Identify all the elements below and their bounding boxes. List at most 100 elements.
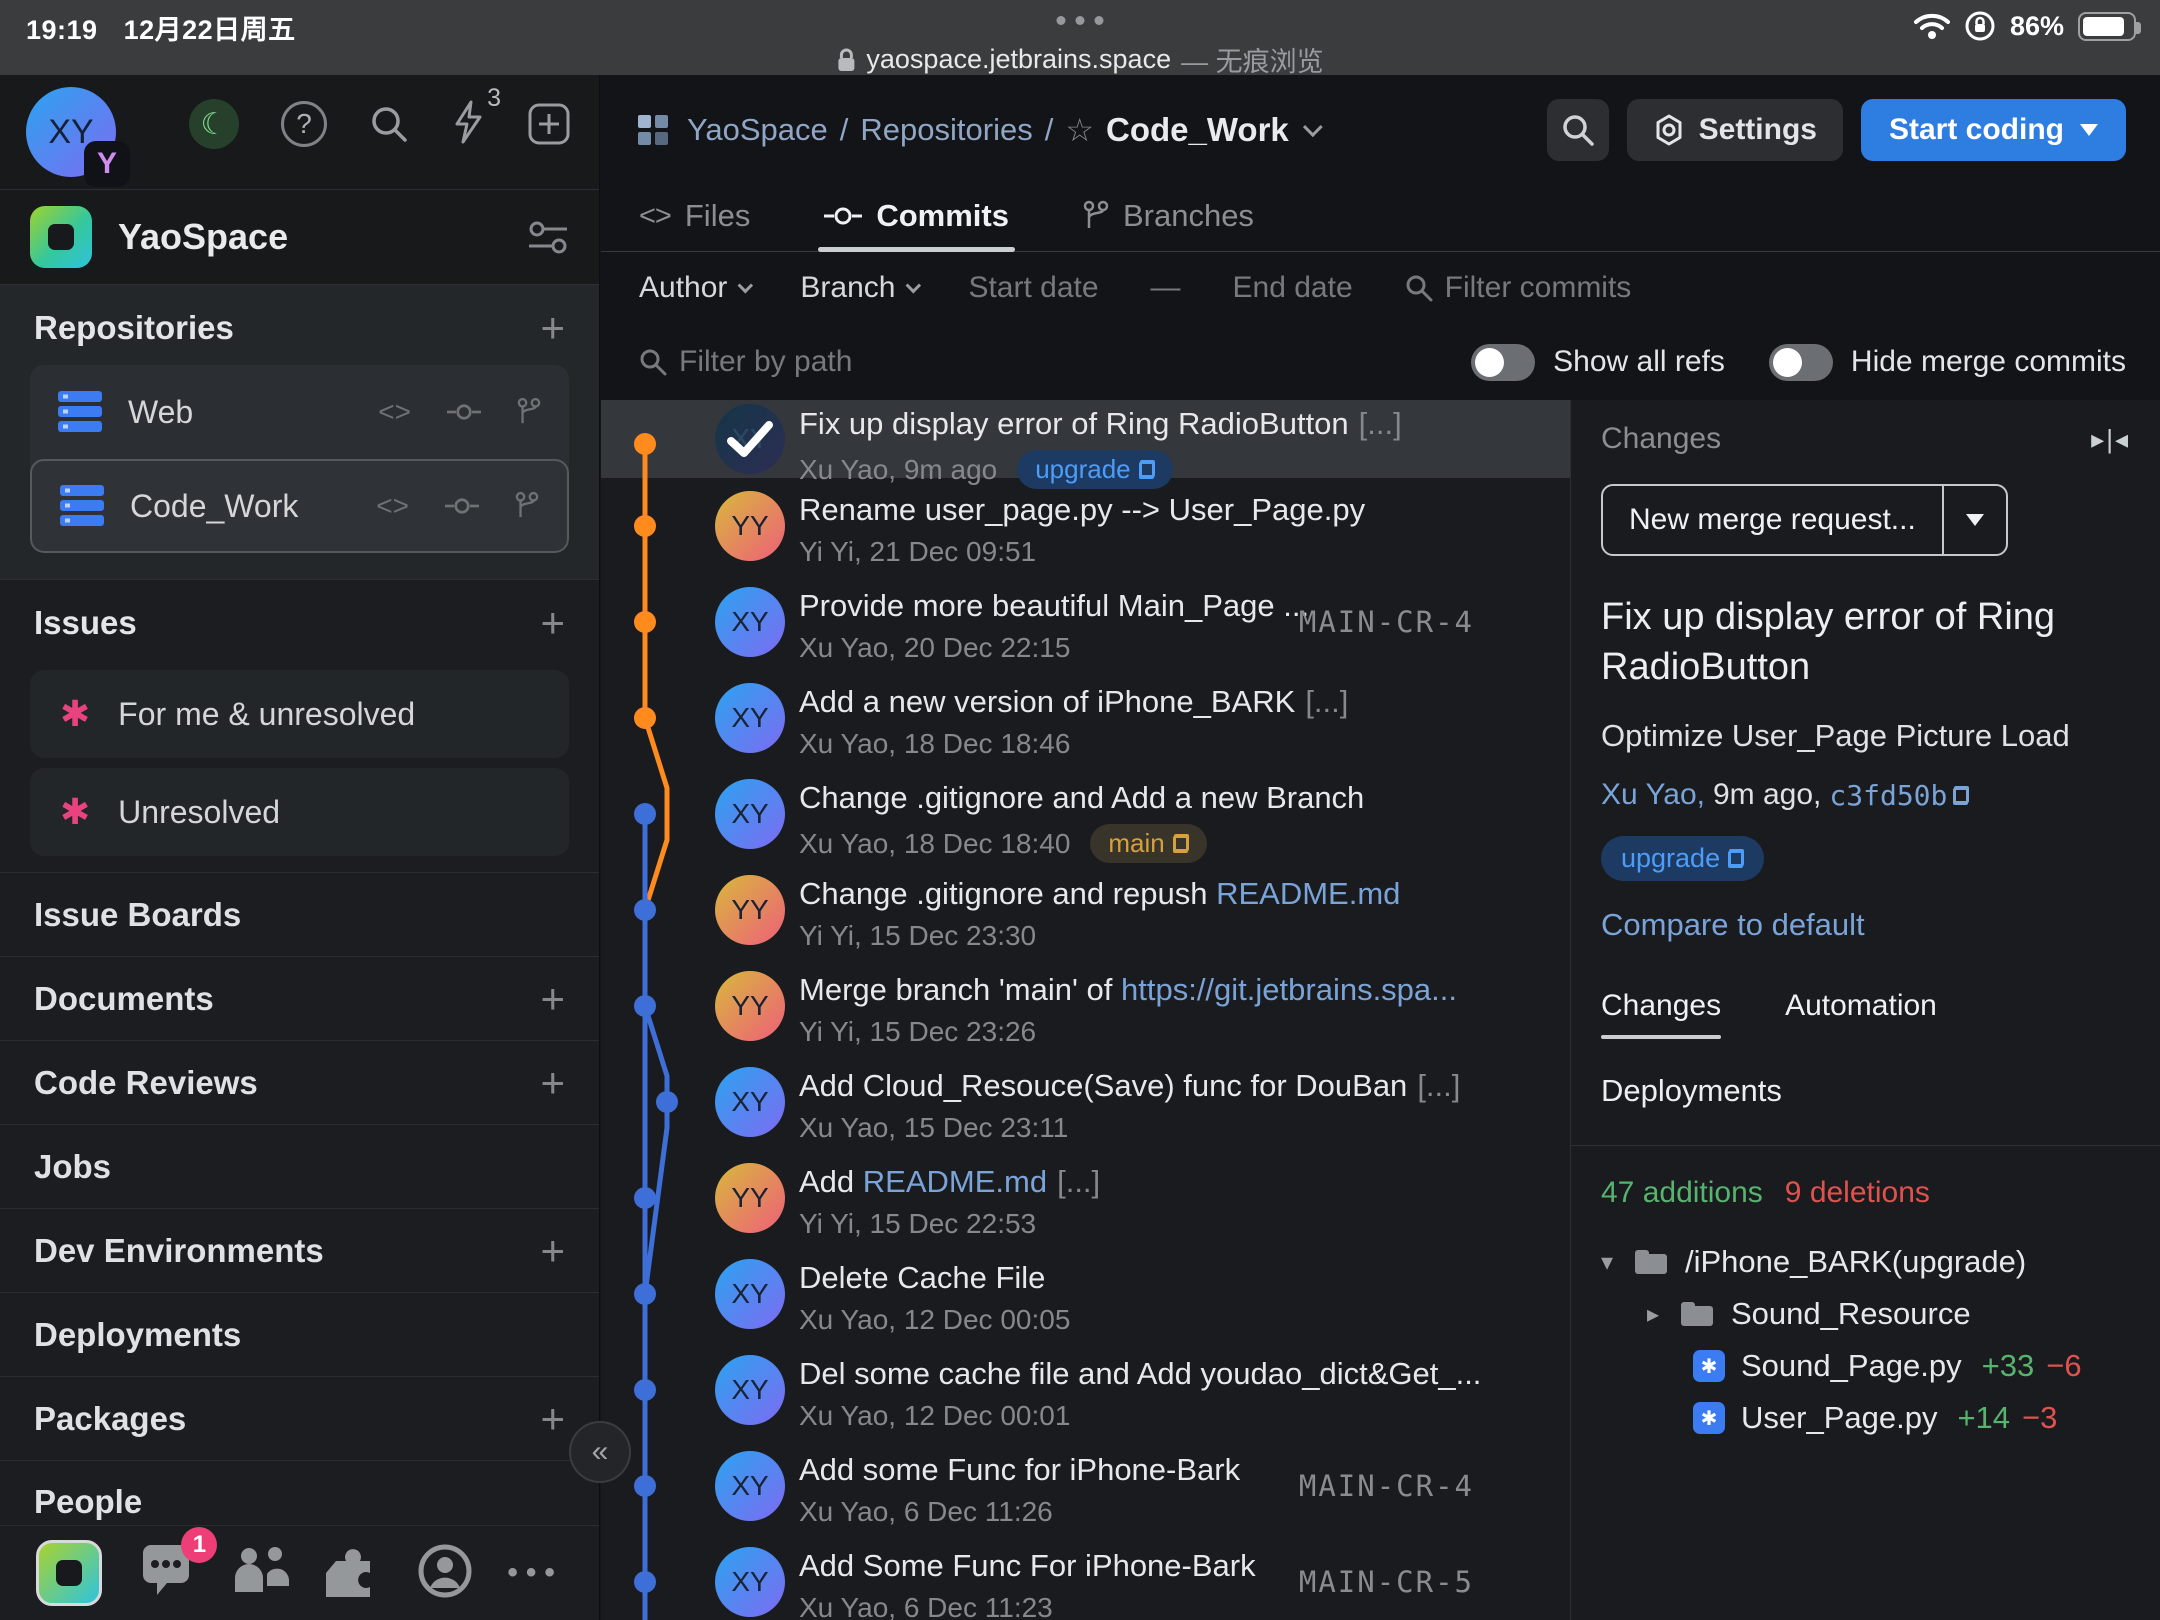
sidebar-nav-item[interactable]: Code Reviews + [0, 1040, 599, 1124]
code-review-label[interactable]: MAIN-CR-4 [1299, 605, 1474, 639]
commit-file-link[interactable]: README.md [863, 1164, 1047, 1199]
commit-row[interactable]: XY Add a new version of iPhone_BARK[...]… [601, 670, 1570, 766]
commit-row[interactable]: YY Merge branch 'main' of https://git.je… [601, 958, 1570, 1054]
hide-merge-commits-toggle[interactable]: Hide merge commits [1769, 344, 2126, 381]
deployments-link[interactable]: Deployments [1601, 1073, 2130, 1109]
author-filter[interactable]: Author [639, 271, 748, 305]
commit-file-link[interactable]: https://git.jetbrains.spa... [1121, 972, 1457, 1007]
issue-filter-item[interactable]: ✱ For me & unresolved [30, 670, 569, 758]
settings-label: Settings [1699, 113, 1817, 147]
files-icon[interactable]: <> [376, 490, 409, 522]
add-menu-icon[interactable] [527, 102, 571, 146]
sidebar-nav-item[interactable]: Issue Boards [0, 872, 599, 956]
commit-row[interactable]: XY Change .gitignore and Add a new Branc… [601, 766, 1570, 862]
sidebar-nav-item[interactable]: Dev Environments + [0, 1208, 599, 1292]
code-review-label[interactable]: MAIN-CR-5 [1299, 1565, 1474, 1599]
branch-filter[interactable]: Branch [800, 271, 916, 305]
toggle-switch[interactable] [1769, 344, 1833, 381]
repository-item[interactable]: Code_Work <> [30, 459, 569, 553]
add-icon[interactable]: + [540, 1404, 565, 1434]
commit-title: Add a new version of iPhone_BARK[...] [799, 684, 1570, 720]
filter-commits-field[interactable]: Filter commits [1405, 271, 1632, 305]
tab-files[interactable]: <> Files [639, 185, 750, 247]
sidebar-nav-item[interactable]: Packages + [0, 1376, 599, 1460]
branches-icon[interactable] [515, 491, 539, 521]
preferences-sliders-icon[interactable] [527, 219, 569, 255]
commit-row[interactable]: XY Del some cache file and Add youdao_di… [601, 1342, 1570, 1438]
settings-button[interactable]: Settings [1627, 99, 1843, 161]
changed-file-row[interactable]: ▾ /iPhone_BARK(upgrade) [1601, 1236, 2130, 1288]
chats-icon[interactable]: 1 [137, 1545, 195, 1602]
filter-by-path-field[interactable]: Filter by path [639, 345, 852, 379]
end-date-field[interactable]: End date [1233, 271, 1353, 305]
commit-file-link[interactable]: README.md [1216, 876, 1400, 911]
commit-row[interactable]: XY Add Some Func For iPhone-Bark Xu Yao,… [601, 1534, 1570, 1620]
start-date-field[interactable]: Start date [968, 271, 1098, 305]
tab-commits[interactable]: Commits [824, 185, 1009, 247]
branch-badge[interactable]: main [1090, 824, 1206, 863]
changed-file-row[interactable]: ✱ Sound_Page.py +33 −6 [1601, 1340, 2130, 1392]
search-button[interactable] [1547, 99, 1609, 161]
toggle-switch[interactable] [1471, 344, 1535, 381]
search-icon[interactable] [369, 104, 409, 144]
sidebar-nav-item[interactable]: Documents + [0, 956, 599, 1040]
commit-row[interactable]: YY Rename user_page.py --> User_Page.py … [601, 478, 1570, 574]
start-coding-button[interactable]: Start coding [1861, 99, 2126, 161]
commit-row[interactable]: YY Add README.md[...] Yi Yi, 15 Dec 22:5… [601, 1150, 1570, 1246]
sidebar-nav-item[interactable]: Deployments [0, 1292, 599, 1376]
extensions-puzzle-icon[interactable] [326, 1543, 382, 1604]
add-repository-icon[interactable]: + [540, 313, 565, 343]
changed-file-row[interactable]: ✱ User_Page.py +14 −3 [1601, 1392, 2130, 1444]
tree-caret-icon[interactable]: ▾ [1601, 1248, 1635, 1277]
commit-row[interactable]: XY Add some Func for iPhone-Bark Xu Yao,… [601, 1438, 1570, 1534]
sidebar-nav-item[interactable]: Jobs [0, 1124, 599, 1208]
repo-dropdown-chevron-icon[interactable] [1303, 117, 1323, 137]
commits-icon[interactable] [447, 403, 481, 421]
commit-hash-link[interactable]: c3fd50b [1829, 779, 1969, 812]
sidebar-collapse-button[interactable]: « [569, 1421, 631, 1483]
collapse-panel-icon[interactable]: ▸|◂ [2091, 424, 2130, 455]
commit-row[interactable]: XY Add Cloud_Resouce(Save) func for DouB… [601, 1054, 1570, 1150]
show-all-refs-toggle[interactable]: Show all refs [1471, 344, 1725, 381]
notifications-icon[interactable]: 3 [451, 100, 485, 149]
commit-row[interactable]: YY Change .gitignore and repush README.m… [601, 862, 1570, 958]
merge-request-caret-icon[interactable] [1944, 486, 2006, 554]
add-icon[interactable]: + [540, 1236, 565, 1266]
add-icon[interactable]: + [540, 984, 565, 1014]
profile-icon[interactable] [418, 1544, 472, 1603]
repository-item[interactable]: Web <> [30, 365, 569, 459]
add-icon[interactable]: + [540, 1068, 565, 1098]
org-row[interactable]: YaoSpace [0, 190, 599, 285]
dark-mode-icon[interactable]: ☾ [189, 99, 239, 149]
commit-row[interactable]: XY Provide more beautiful Main_Page ... … [601, 574, 1570, 670]
add-issue-icon[interactable]: + [540, 608, 565, 638]
address-bar[interactable]: yaospace.jetbrains.space — 无痕浏览 [836, 40, 1323, 79]
compare-to-default-link[interactable]: Compare to default [1601, 907, 2130, 943]
tab-branches[interactable]: Branches [1083, 185, 1254, 247]
space-app-icon[interactable] [36, 1540, 102, 1606]
favorite-star-icon[interactable]: ☆ [1065, 111, 1094, 149]
branch-badge[interactable]: upgrade [1601, 836, 1764, 881]
issue-filter-item[interactable]: ✱ Unresolved [30, 768, 569, 856]
help-icon[interactable]: ? [281, 101, 327, 147]
commit-row[interactable]: XY Delete Cache File Xu Yao, 12 Dec 00:0… [601, 1246, 1570, 1342]
breadcrumb-org[interactable]: YaoSpace [687, 112, 828, 148]
commit-row[interactable]: XY Fix up display error of Ring RadioBut… [601, 400, 1570, 478]
files-icon[interactable]: <> [378, 396, 411, 428]
meetings-icon[interactable] [231, 1546, 291, 1601]
safari-tab-dots-icon[interactable] [1057, 16, 1104, 25]
breadcrumb-section[interactable]: Repositories [860, 112, 1032, 148]
status-bar: 19:1912月22日周五 yaospace.jetbrains.space —… [0, 0, 2160, 75]
panel-tab-automation[interactable]: Automation [1785, 989, 1937, 1039]
commit-meta: Xu Yao, 15 Dec 23:11 [799, 1112, 1570, 1144]
breadcrumb-repo[interactable]: Code_Work [1106, 111, 1289, 149]
more-icon[interactable]: ••• [507, 1556, 563, 1590]
commits-icon[interactable] [445, 497, 479, 515]
new-merge-request-button[interactable]: New merge request... [1601, 484, 2008, 556]
tree-caret-icon[interactable]: ▸ [1647, 1300, 1681, 1329]
panel-tab-changes[interactable]: Changes [1601, 989, 1721, 1039]
branches-icon[interactable] [517, 397, 541, 427]
code-review-label[interactable]: MAIN-CR-4 [1299, 1469, 1474, 1503]
commit-author-link[interactable]: Xu Yao, [1601, 778, 1705, 812]
changed-file-row[interactable]: ▸ Sound_Resource [1601, 1288, 2130, 1340]
